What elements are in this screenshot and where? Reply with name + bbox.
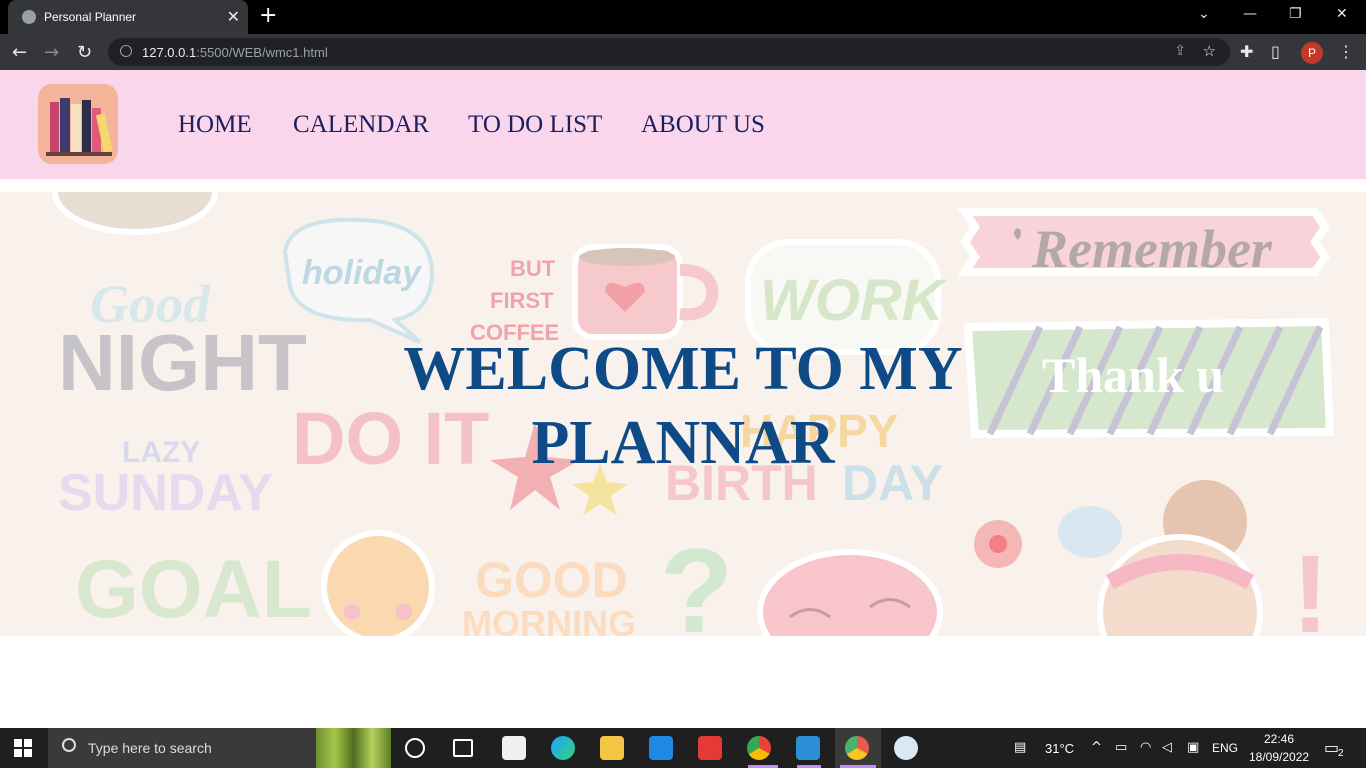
nav-calendar[interactable]: CALENDAR	[293, 111, 429, 139]
site-info-icon[interactable]	[120, 45, 132, 57]
battery-icon[interactable]: ▭	[1115, 740, 1127, 755]
close-window-button[interactable]: ✕	[1336, 6, 1348, 22]
site-header: HOME CALENDAR TO DO LIST ABOUT US	[0, 70, 1366, 179]
file-explorer-icon[interactable]	[600, 736, 624, 760]
taskbar-search[interactable]: Type here to search	[48, 728, 391, 768]
browser-tab[interactable]: Personal Planner ✕	[8, 0, 248, 34]
paint-icon[interactable]	[894, 736, 918, 760]
hero-banner: Good NIGHT holiday BUT FIRST COFFEE WORK	[0, 192, 1366, 636]
share-icon[interactable]: ⇪	[1174, 43, 1186, 59]
task-view-icon[interactable]	[453, 739, 473, 757]
search-highlight-image	[316, 728, 391, 768]
hero-heading-line-2: PLANNAR	[531, 409, 835, 477]
sticker-but: BUT	[510, 256, 556, 281]
hero-heading-line-1: WELCOME TO MY	[403, 335, 963, 403]
office-icon[interactable]	[698, 736, 722, 760]
sticker-first: FIRST	[490, 288, 554, 313]
extensions-puzzle-icon[interactable]: ✚	[1240, 42, 1253, 61]
clock-time[interactable]: 22:46	[1264, 732, 1294, 746]
cortana-icon[interactable]	[405, 738, 425, 758]
edge-icon[interactable]	[551, 736, 575, 760]
menu-kebab-icon[interactable]: ⋮	[1338, 42, 1354, 61]
notification-count: 2	[1338, 748, 1344, 759]
browser-toolbar: ← → ↻ 127.0.0.1:5500/WEB/wmc1.html ⇪ ☆ ✚…	[0, 34, 1366, 70]
minimize-button[interactable]: —	[1243, 6, 1257, 22]
sticker-good-morning: GOOD	[475, 552, 628, 608]
address-bar[interactable]: 127.0.0.1:5500/WEB/wmc1.html ⇪ ☆	[108, 38, 1230, 66]
wifi-icon[interactable]: ◠	[1140, 740, 1151, 755]
tab-title: Personal Planner	[44, 10, 137, 24]
bookmark-star-icon[interactable]: ☆	[1203, 42, 1216, 60]
search-icon	[62, 738, 76, 752]
profile-avatar[interactable]: P	[1301, 42, 1323, 64]
notifications-icon[interactable]: ▭	[1324, 738, 1339, 757]
volume-muted-icon[interactable]: ◁	[1162, 740, 1172, 755]
microsoft-store-icon[interactable]	[502, 736, 526, 760]
books-logo[interactable]	[38, 84, 118, 164]
windows-taskbar: Type here to search ▤ 31°C ^ ▭ ◠ ◁ ▣ ENG…	[0, 728, 1366, 768]
restore-button[interactable]: ❐	[1289, 6, 1302, 22]
tab-search-chevron-icon[interactable]: ⌄	[1198, 6, 1210, 22]
active-app-highlight	[835, 728, 881, 768]
nav-about-us[interactable]: ABOUT US	[641, 111, 765, 139]
sticker-exclamation: !	[1292, 533, 1329, 636]
language-indicator[interactable]: ENG	[1212, 741, 1238, 755]
tab-close-icon[interactable]: ✕	[227, 7, 240, 27]
hero-heading: WELCOME TO MY PLANNAR	[0, 332, 1366, 480]
meet-now-icon[interactable]: ▣	[1187, 740, 1199, 755]
weather-icon[interactable]: ▤	[1014, 740, 1026, 755]
sticker-question-mark: ?	[660, 524, 733, 636]
sticker-remember: Remember	[1031, 219, 1273, 279]
weather-temp[interactable]: 31°C	[1045, 741, 1074, 756]
chrome-icon[interactable]	[747, 736, 771, 760]
globe-icon	[22, 10, 36, 24]
browser-tab-strip: Personal Planner ✕ + ⌄ — ❐ ✕	[0, 0, 1366, 34]
forward-button[interactable]: →	[44, 42, 59, 63]
web-page: HOME CALENDAR TO DO LIST ABOUT US Good N…	[0, 70, 1366, 728]
vscode-icon[interactable]	[796, 736, 820, 760]
reload-button[interactable]: ↻	[77, 42, 92, 63]
sticker-morning: MORNING	[462, 603, 636, 636]
tray-chevron-up-icon[interactable]: ^	[1091, 740, 1102, 755]
sticker-goal: GOAL	[75, 544, 312, 635]
sticker-holiday: holiday	[302, 254, 423, 292]
windows-start-icon[interactable]	[14, 739, 32, 757]
nav-home[interactable]: HOME	[178, 111, 252, 139]
side-panel-icon[interactable]: ▯	[1271, 42, 1280, 61]
url-text[interactable]: 127.0.0.1:5500/WEB/wmc1.html	[142, 45, 328, 60]
search-placeholder: Type here to search	[88, 740, 212, 756]
new-tab-button[interactable]: +	[259, 3, 277, 28]
mail-icon[interactable]	[649, 736, 673, 760]
nav-to-do-list[interactable]: TO DO LIST	[468, 111, 602, 139]
sticker-work: WORK	[760, 268, 948, 333]
back-button[interactable]: ←	[12, 42, 27, 63]
clock-date[interactable]: 18/09/2022	[1249, 750, 1309, 764]
